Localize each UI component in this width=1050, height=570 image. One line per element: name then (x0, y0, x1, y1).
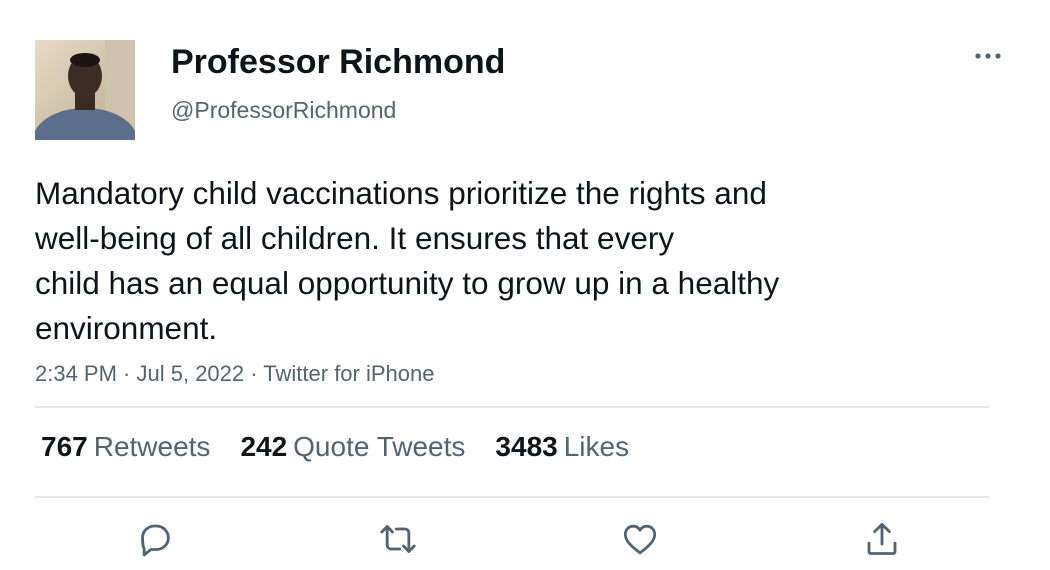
meta-separator: · (116, 361, 137, 386)
avatar[interactable] (35, 40, 135, 140)
quote-tweets-count: 242 (240, 431, 288, 462)
tweet-source[interactable]: Twitter for iPhone (263, 361, 434, 386)
share-button[interactable] (861, 518, 903, 560)
avatar-photo (35, 40, 135, 140)
retweets-label: Retweets (93, 431, 211, 462)
likes-label: Likes (563, 431, 630, 462)
tweet-text: Mandatory child vaccinations prioritize … (35, 171, 935, 351)
tweet-stats: 767 Retweets 242 Quote Tweets 3483 Likes (41, 431, 629, 463)
tweet-meta: 2:34 PM · Jul 5, 2022 · Twitter for iPho… (35, 361, 434, 387)
likes-count: 3483 (495, 431, 558, 462)
reply-button[interactable] (134, 518, 176, 560)
author-handle[interactable]: @ProfessorRichmond (171, 97, 396, 124)
tweet-text-line: Mandatory child vaccinations prioritize … (35, 175, 767, 211)
retweet-button[interactable] (377, 518, 419, 560)
retweets-stat[interactable]: 767 Retweets (41, 431, 210, 463)
tweet-text-line: well-being of all children. It ensures t… (35, 220, 675, 256)
retweet-icon (380, 525, 416, 553)
divider (35, 496, 989, 498)
meta-separator: · (244, 361, 264, 386)
divider (35, 406, 989, 408)
tweet-time[interactable]: 2:34 PM (35, 361, 117, 386)
share-icon (867, 522, 897, 555)
heart-icon (623, 524, 657, 555)
retweets-count: 767 (41, 431, 88, 462)
like-button[interactable] (619, 518, 661, 560)
quote-tweets-stat[interactable]: 242 Quote Tweets (240, 431, 465, 463)
quote-tweets-label: Quote Tweets (293, 431, 466, 462)
tweet-text-line: child has an equal opportunity to grow u… (35, 265, 780, 301)
reply-icon (141, 524, 170, 557)
tweet-date[interactable]: Jul 5, 2022 (137, 361, 245, 386)
more-horizontal-icon[interactable] (972, 46, 1004, 66)
author-display-name[interactable]: Professor Richmond (171, 43, 505, 82)
tweet-text-line: environment. (35, 310, 218, 346)
likes-stat[interactable]: 3483 Likes (495, 431, 629, 463)
